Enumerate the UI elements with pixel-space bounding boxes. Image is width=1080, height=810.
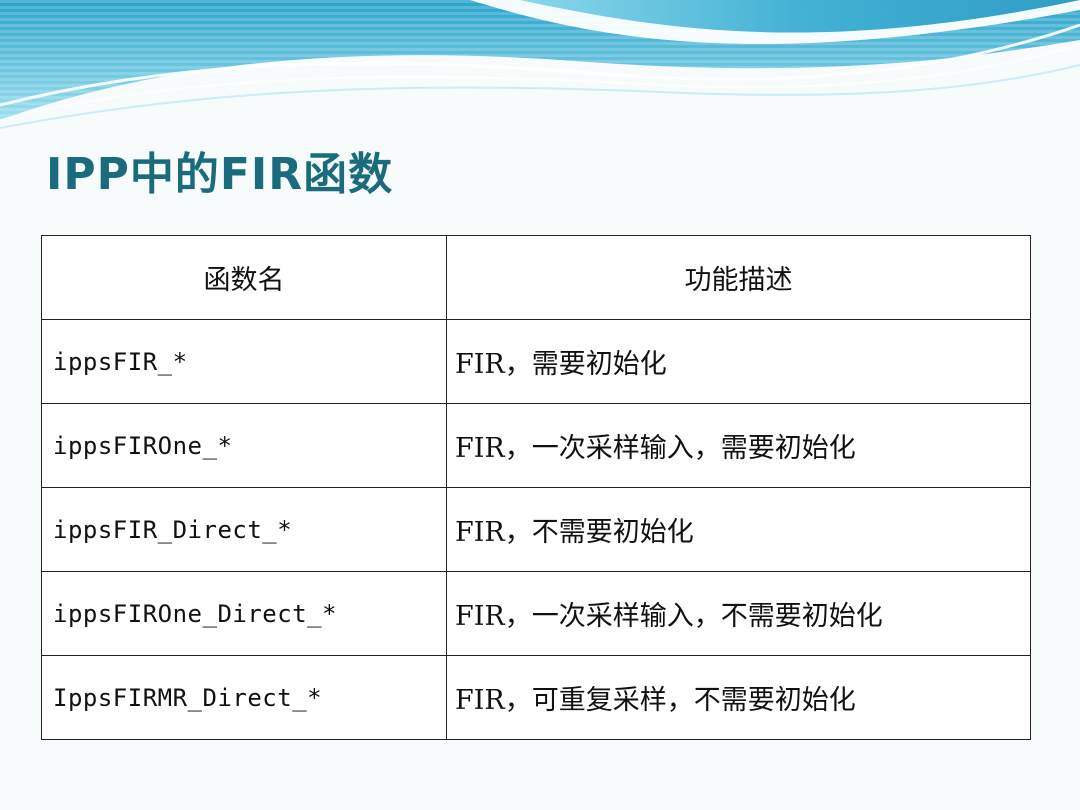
table-row: IppsFIRMR_Direct_* FIR，可重复采样，不需要初始化 bbox=[41, 655, 1031, 740]
table-row: ippsFIR_Direct_* FIR，不需要初始化 bbox=[41, 487, 1031, 572]
function-name-cell: ippsFIROne_* bbox=[41, 403, 447, 488]
description-cell: FIR，可重复采样，不需要初始化 bbox=[446, 655, 1031, 740]
column-header-function-name: 函数名 bbox=[41, 235, 447, 320]
table-row: ippsFIROne_Direct_* FIR，一次采样输入，不需要初始化 bbox=[41, 571, 1031, 656]
description-cell: FIR，需要初始化 bbox=[446, 319, 1031, 404]
function-name-cell: ippsFIROne_Direct_* bbox=[41, 571, 447, 656]
function-name-cell: IppsFIRMR_Direct_* bbox=[41, 655, 447, 740]
header-wave-banner bbox=[0, 0, 1080, 129]
fir-function-table: 函数名 功能描述 ippsFIR_* FIR，需要初始化 ippsFIROne_… bbox=[41, 235, 1031, 740]
column-header-description: 功能描述 bbox=[446, 235, 1031, 320]
page-title: IPP中的FIR函数 bbox=[46, 149, 394, 200]
description-cell: FIR，一次采样输入，需要初始化 bbox=[446, 403, 1031, 488]
description-cell: FIR，不需要初始化 bbox=[446, 487, 1031, 572]
table-row: ippsFIROne_* FIR，一次采样输入，需要初始化 bbox=[41, 403, 1031, 488]
description-cell: FIR，一次采样输入，不需要初始化 bbox=[446, 571, 1031, 656]
table-row: ippsFIR_* FIR，需要初始化 bbox=[41, 319, 1031, 404]
table-header-row: 函数名 功能描述 bbox=[41, 235, 1031, 320]
function-name-cell: ippsFIR_Direct_* bbox=[41, 487, 447, 572]
function-name-cell: ippsFIR_* bbox=[41, 319, 447, 404]
